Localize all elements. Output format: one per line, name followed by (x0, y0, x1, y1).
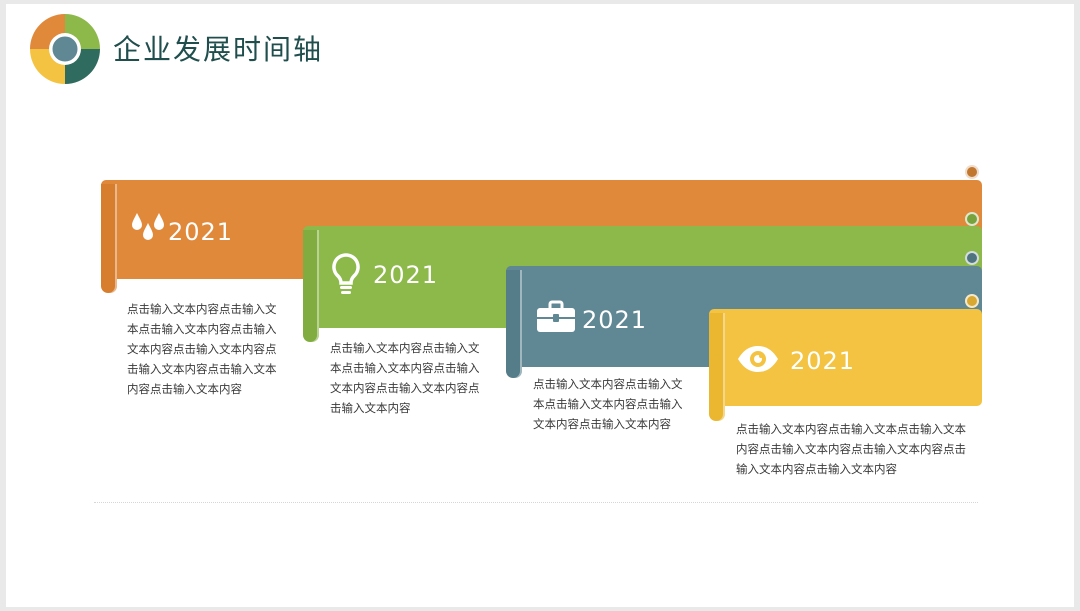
milestone-year: 2021 (790, 347, 856, 375)
briefcase-icon (537, 300, 575, 332)
milestone-year: 2021 (168, 218, 234, 246)
band-roll-slate (506, 270, 522, 378)
timeline-baseline (94, 502, 978, 503)
milestone-year: 2021 (373, 261, 439, 289)
milestone-description: 点击输入文本内容点击输入文本点击输入文本内容点击输入文本内容点击输入文本内容点击… (127, 302, 277, 396)
band-curl-slate (965, 251, 979, 265)
band-roll-orange (101, 184, 117, 293)
slide: 企业发展时间轴 2021 点击输入文本内容点击输入文本点击输入文本内容点击输入文… (6, 4, 1074, 607)
lightbulb-icon (332, 253, 360, 294)
band-roll-yellow (709, 313, 725, 421)
band-curl-green (965, 212, 979, 226)
logo-ring-icon (30, 14, 100, 84)
milestone-description: 点击输入文本内容点击输入文本点击输入文本内容点击输入文本内容点击输入文本内容 (533, 377, 683, 431)
band-curl-yellow (965, 294, 979, 308)
milestone-description: 点击输入文本内容点击输入文本点击输入文本内容点击输入文本内容点击输入文本内容点击… (330, 341, 480, 415)
milestone-description: 点击输入文本内容点击输入文本点击输入文本内容点击输入文本内容点击输入文本内容点击… (736, 422, 966, 476)
page-title: 企业发展时间轴 (113, 33, 324, 66)
eye-icon (738, 346, 778, 372)
milestone-year: 2021 (582, 306, 648, 334)
band-roll-green (303, 230, 319, 342)
band-curl-orange (965, 165, 979, 179)
water-drops-icon (132, 213, 164, 240)
